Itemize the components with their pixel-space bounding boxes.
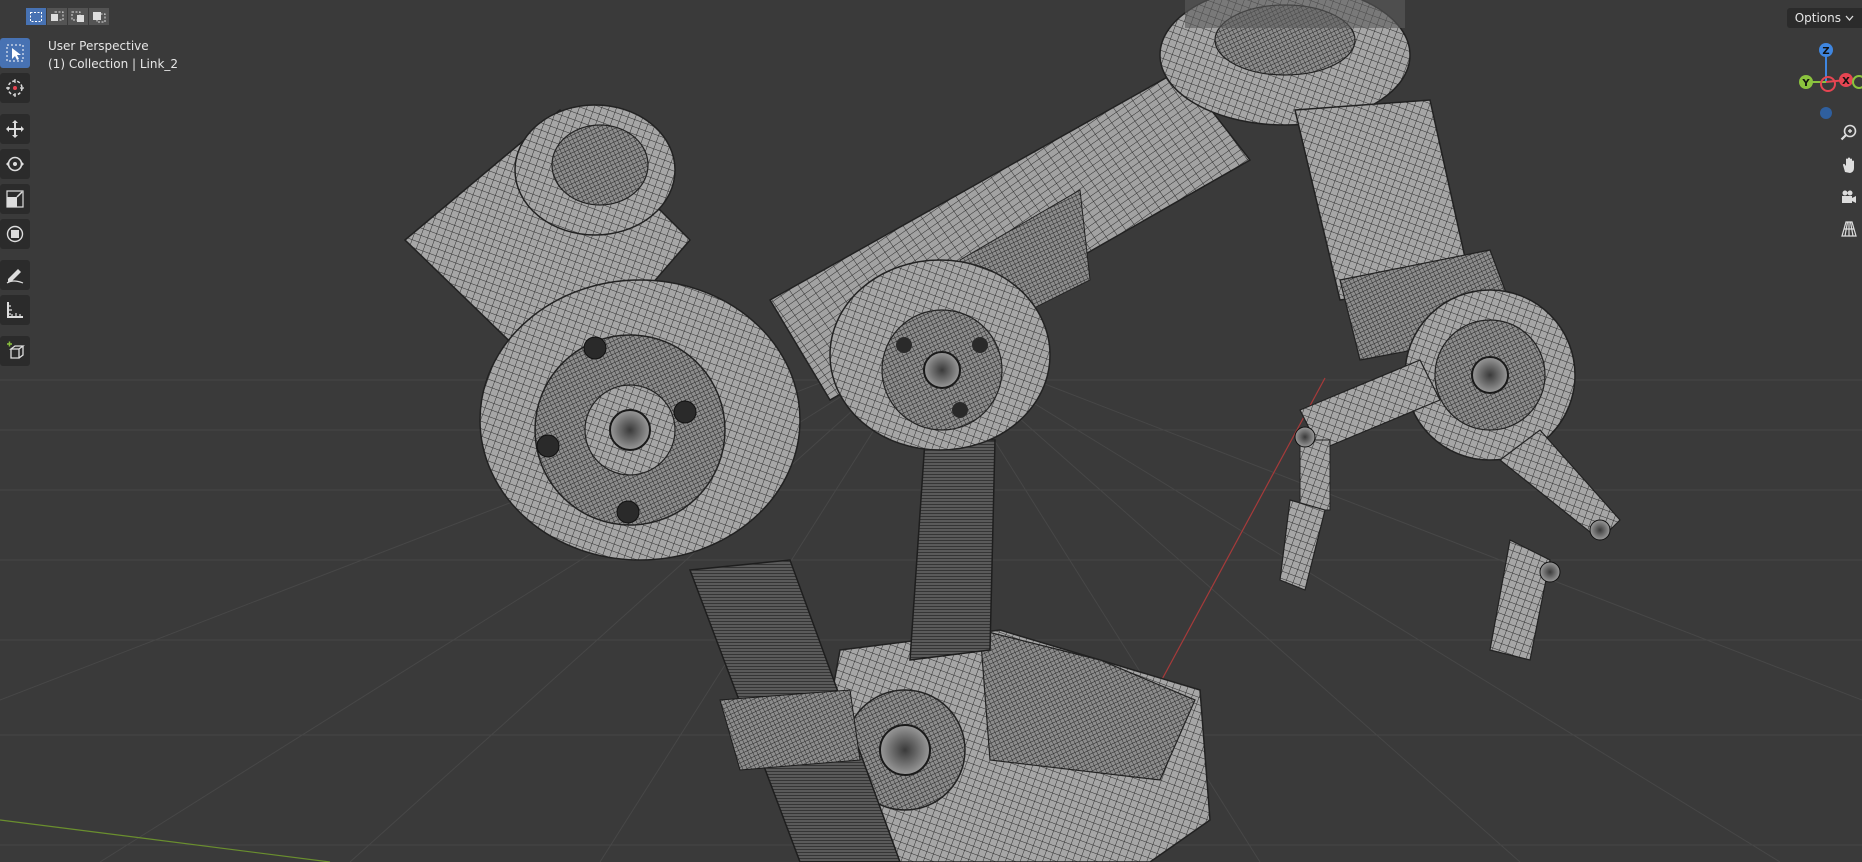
annotate-tool[interactable] [0,260,30,290]
grid-perspective-icon [1841,221,1857,237]
select-mode-new[interactable] [26,8,46,25]
transform-icon [6,225,24,243]
hand-pan-icon [1843,157,1854,173]
add-cube-icon [7,341,25,359]
transform-tool[interactable] [0,219,30,249]
scale-icon [6,190,24,208]
selection-mode-group[interactable] [26,8,109,25]
zoom-button[interactable] [1836,120,1862,146]
camera-icon [1842,190,1856,203]
move-arrows-icon [6,120,24,138]
shoulder-joint [479,279,801,561]
svg-text:X: X [1842,76,1850,87]
rotate-icon [6,156,24,172]
select-mode-extend[interactable] [47,8,67,25]
middle-column [909,439,996,661]
options-dropdown[interactable]: Options [1786,8,1862,28]
svg-text:Y: Y [1801,78,1810,89]
rotate-tool[interactable] [0,149,30,179]
gizmo-x-axis[interactable]: X [1839,73,1853,87]
3d-viewport[interactable]: User Perspective (1) Collection | Link_2… [0,0,1862,862]
gizmo-y-axis[interactable]: Y [1799,75,1813,89]
perspective-toggle-button[interactable] [1836,216,1862,242]
options-label: Options [1794,11,1841,25]
y-axis-line [0,819,331,862]
zoom-magnifier-icon [1840,124,1857,141]
cursor-select-icon [6,44,24,62]
navigation-gizmo[interactable]: Z X Y [1788,40,1862,120]
select-box-tool[interactable] [0,38,30,68]
collection-label: (1) Collection | Link_2 [48,57,179,71]
annotate-pencil-icon [6,269,24,284]
add-cube-tool[interactable] [0,336,30,366]
camera-view-button[interactable] [1836,184,1862,210]
3d-cursor-icon [6,79,24,97]
cursor-tool[interactable] [0,73,30,103]
view-name-label: User Perspective [48,39,149,53]
gizmo-neg-z [1820,107,1832,119]
scene-canvas[interactable] [0,0,1862,862]
svg-text:Z: Z [1822,46,1829,57]
pan-button[interactable] [1836,152,1862,178]
move-tool[interactable] [0,114,30,144]
elbow-joint [829,259,1051,451]
navigation-buttons [1836,120,1862,248]
measure-ruler-icon [7,302,23,318]
tool-shelf [0,38,30,371]
chevron-down-icon [1845,15,1854,21]
gizmo-neg-x [1820,76,1836,92]
scale-tool[interactable] [0,184,30,214]
gizmo-neg-y [1852,75,1862,89]
measure-tool[interactable] [0,295,30,325]
select-mode-invert[interactable] [89,8,109,25]
select-mode-subtract[interactable] [68,8,88,25]
gizmo-z-axis[interactable]: Z [1819,43,1833,57]
